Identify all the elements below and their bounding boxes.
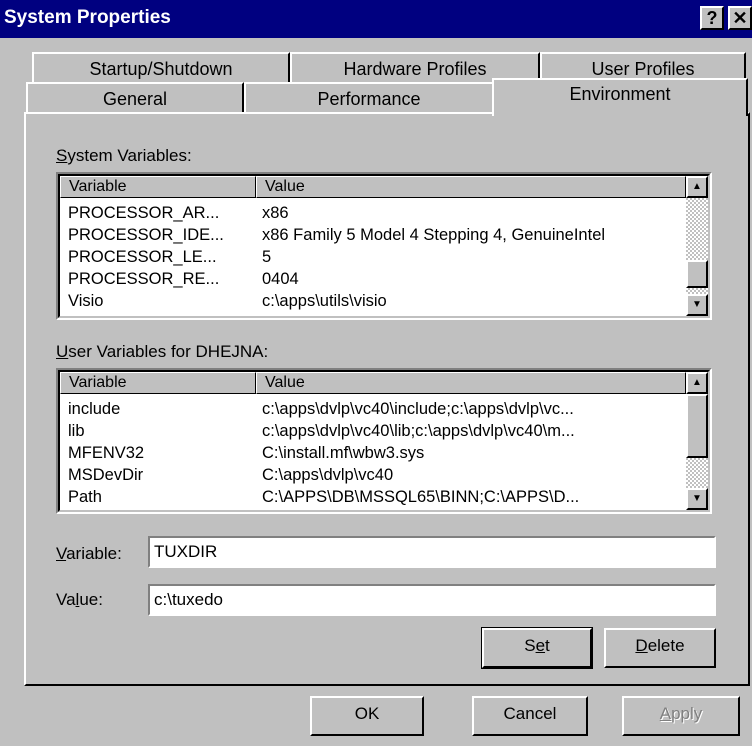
tab-general-label: General (102, 89, 168, 109)
apply-button[interactable]: Apply (622, 696, 740, 736)
system-col-value[interactable]: Value (256, 176, 686, 198)
tab-general[interactable]: General (26, 82, 244, 114)
tab-hardware-profiles-label: Hardware Profiles (343, 59, 487, 79)
user-col-variable[interactable]: Variable (60, 372, 256, 394)
tab-environment-label: Environment (569, 84, 671, 104)
scroll-down-arrow-icon[interactable]: ▼ (686, 294, 708, 316)
system-col-variable[interactable]: Variable (60, 176, 256, 198)
system-variables-label: System Variables: (56, 146, 192, 165)
system-vars-scroll-thumb[interactable] (686, 260, 708, 288)
window-title: System Properties (4, 7, 171, 28)
title-bar[interactable]: System Properties ? ✕ (0, 0, 752, 38)
system-vars-scrollbar[interactable]: ▲ ▼ (686, 176, 708, 316)
user-variables-label: User Variables for DHEJNA: (56, 342, 269, 361)
variable-label: Variable: (56, 544, 122, 563)
user-variables-list[interactable]: Variable Value include c:\apps\dvlp\vc40\… (56, 368, 712, 514)
tab-startup-shutdown[interactable]: Startup/Shutdown (32, 52, 290, 84)
value-label: Value: (56, 590, 103, 609)
scroll-up-arrow-icon[interactable]: ▲ (686, 176, 708, 198)
user-col-value[interactable]: Value (256, 372, 686, 394)
cancel-button[interactable]: Cancel (472, 696, 588, 736)
value-field[interactable] (148, 584, 716, 616)
variable-field[interactable] (148, 536, 716, 568)
scroll-down-arrow-icon[interactable]: ▼ (686, 488, 708, 510)
tab-user-profiles-label: User Profiles (591, 59, 695, 79)
variable-input[interactable] (150, 538, 714, 566)
close-button[interactable]: ✕ (728, 6, 752, 30)
set-button[interactable]: Set (481, 627, 593, 669)
tab-performance-label: Performance (317, 89, 421, 109)
system-variables-list[interactable]: Variable Value PROCESSOR_AR... x86 PROCES… (56, 172, 712, 320)
ok-button[interactable]: OK (310, 696, 424, 736)
user-vars-scroll-thumb[interactable] (686, 394, 708, 458)
scroll-up-arrow-icon[interactable]: ▲ (686, 372, 708, 394)
help-button[interactable]: ? (700, 6, 724, 30)
tab-environment[interactable]: Environment (492, 78, 748, 116)
user-vars-scrollbar[interactable]: ▲ ▼ (686, 372, 708, 510)
tab-performance[interactable]: Performance (244, 82, 494, 114)
tab-startup-shutdown-label: Startup/Shutdown (89, 59, 233, 79)
value-input[interactable] (150, 586, 714, 614)
delete-button[interactable]: Delete (604, 628, 716, 668)
system-properties-window: System Properties ? ✕ Startup/Shutdown H… (0, 0, 752, 746)
